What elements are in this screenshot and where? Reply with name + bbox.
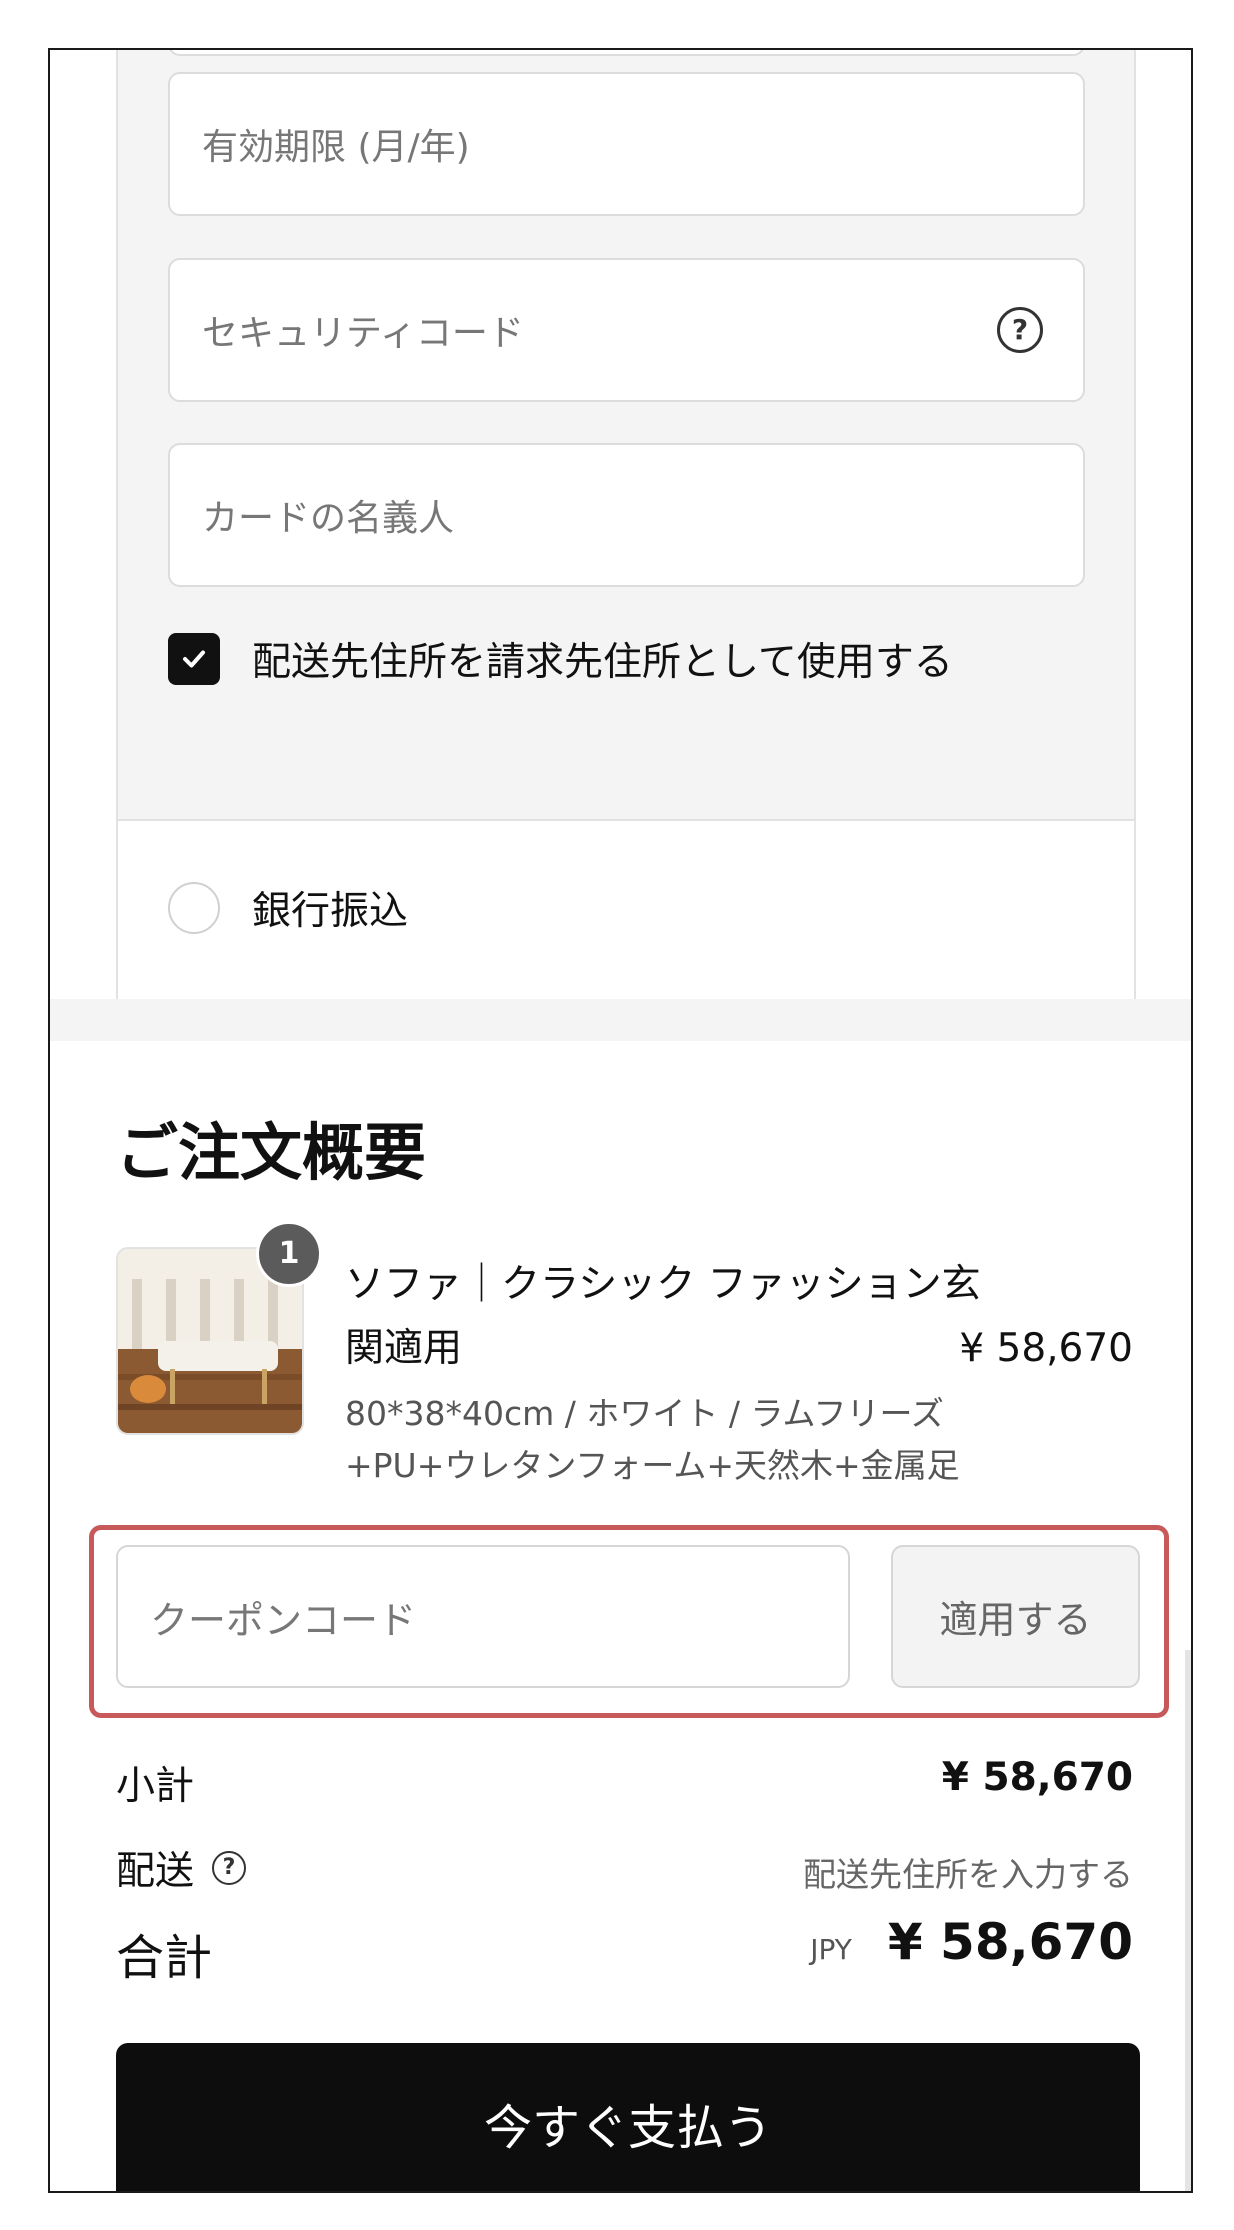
scrollbar[interactable]	[1185, 1650, 1191, 2191]
shipping-value: 配送先住所を入力する	[803, 1855, 1133, 1894]
shipping-label: 配送	[116, 1849, 195, 1894]
security-code-placeholder: セキュリティコード	[202, 313, 524, 354]
order-summary-title: ご注文概要	[116, 1116, 427, 1189]
help-icon[interactable]: ?	[997, 307, 1043, 353]
cardholder-name-field[interactable]: カードの名義人	[168, 443, 1085, 587]
product-variant: 80*38*40cm / ホワイト / ラムフリーズ+PU+ウレタンフォーム+天…	[345, 1394, 960, 1485]
card-number-field[interactable]	[168, 50, 1085, 56]
bank-transfer-radio[interactable]	[168, 882, 220, 934]
shipping-label-row: 配送 ?	[116, 1840, 247, 1896]
expiry-date-placeholder: 有効期限 (月/年)	[202, 127, 470, 168]
billing-same-as-shipping-row[interactable]: 配送先住所を請求先住所として使用する	[168, 631, 953, 687]
security-code-field[interactable]: セキュリティコード ?	[168, 258, 1085, 402]
credit-card-panel: 有効期限 (月/年) セキュリティコード ? カードの名義人 配送先住所を請求先…	[118, 50, 1134, 821]
payment-methods-box: 有効期限 (月/年) セキュリティコード ? カードの名義人 配送先住所を請求先…	[116, 50, 1136, 1019]
checkmark-icon	[183, 650, 205, 668]
subtotal-label: 小計	[116, 1764, 195, 1809]
total-value-row: JPY ¥ 58,670	[810, 1913, 1133, 1971]
total-currency: JPY	[810, 1933, 852, 1966]
expiry-date-field[interactable]: 有効期限 (月/年)	[168, 72, 1085, 216]
product-name: ソファ｜クラシック ファッション玄関適用	[345, 1262, 981, 1371]
apply-coupon-button[interactable]: 適用する	[891, 1545, 1140, 1688]
total-label: 合計	[116, 1930, 213, 1986]
cardholder-name-placeholder: カードの名義人	[202, 498, 455, 539]
pay-now-button[interactable]: 今すぐ支払う	[116, 2043, 1140, 2191]
coupon-code-input[interactable]: クーポンコード	[116, 1545, 850, 1688]
bank-transfer-label: 銀行振込	[252, 889, 409, 934]
checkout-frame: 有効期限 (月/年) セキュリティコード ? カードの名義人 配送先住所を請求先…	[48, 48, 1193, 2193]
coupon-code-placeholder: クーポンコード	[150, 1598, 417, 1642]
bank-transfer-option[interactable]: 銀行振込	[168, 880, 408, 936]
shipping-help-icon[interactable]: ?	[212, 1851, 247, 1885]
total-amount: ¥ 58,670	[887, 1913, 1133, 1971]
subtotal-value: ¥ 58,670	[941, 1755, 1133, 1800]
billing-same-checkbox[interactable]	[168, 633, 220, 685]
billing-same-label: 配送先住所を請求先住所として使用する	[252, 640, 953, 685]
section-divider	[50, 999, 1191, 1041]
quantity-badge: 1	[256, 1221, 322, 1287]
product-price: ¥ 58,670	[959, 1326, 1133, 1371]
